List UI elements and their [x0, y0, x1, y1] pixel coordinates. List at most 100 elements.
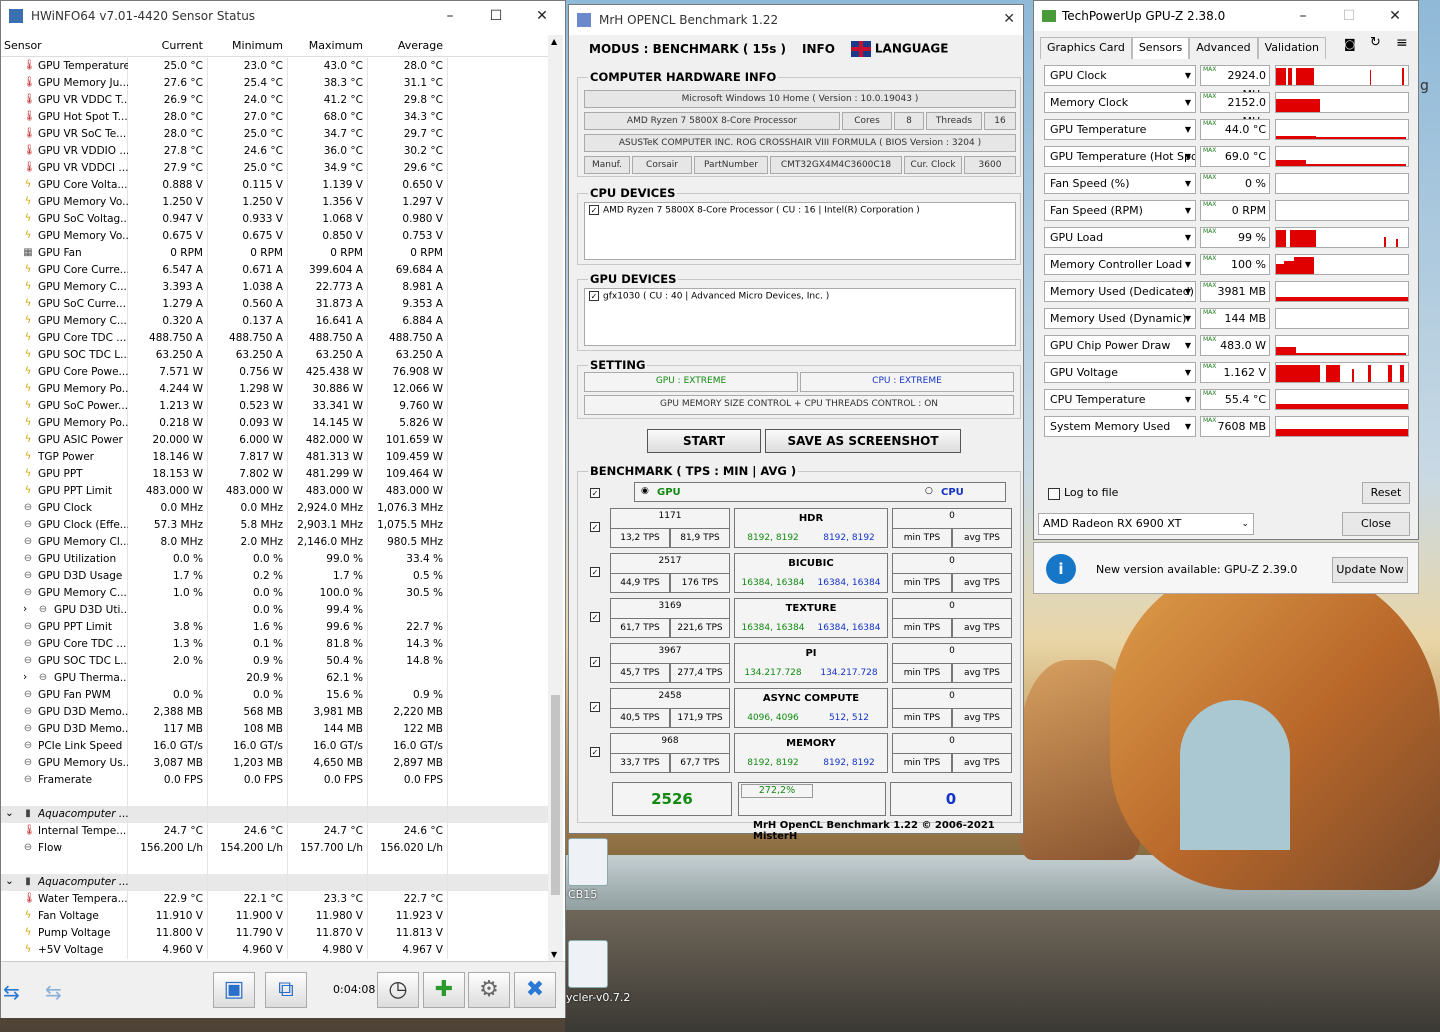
cpu-radio[interactable]: ○ [925, 486, 933, 496]
camera-icon[interactable]: ◙ [1344, 37, 1356, 51]
sensor-row[interactable]: ⊖ GPU D3D Memo... 117 MB 108 MB 144 MB 122 MB [1, 721, 549, 738]
network-button[interactable]: ⧉ [265, 972, 307, 1008]
menu-info[interactable]: INFO [802, 42, 835, 56]
log-to-file-checkbox[interactable] [1048, 487, 1064, 500]
sensor-row[interactable]: ϟ GPU SoC Power... 1.213 W 0.523 W 33.341 W 9… [1, 398, 549, 415]
sensor-row[interactable]: › ⊖ GPU Therma... 20.9 % 62.1 % [1, 670, 549, 687]
sensor-row[interactable]: ⊖ GPU Memory Us... 3,087 MB 1,203 MB 4,650 M… [1, 755, 549, 772]
col-current[interactable]: Current [127, 39, 203, 52]
recycler-desktop-icon[interactable] [568, 940, 608, 988]
gpu-select[interactable]: AMD Radeon RX 6900 XT ⌄ [1038, 513, 1254, 535]
sensor-row[interactable]: ⊖ GPU Fan PWM 0.0 % 0.0 % 15.6 % 0.9 % [1, 687, 549, 704]
sensor-name-dropdown[interactable]: Memory Used (Dynamic) ▼ [1044, 308, 1196, 329]
start-button[interactable]: START [647, 429, 761, 453]
sensor-row[interactable]: ▦ GPU Fan 0 RPM 0 RPM 0 RPM 0 RPM [1, 245, 549, 262]
sensor-row[interactable]: ϟ GPU Memory Po... 4.244 W 1.298 W 30.886 W 1… [1, 381, 549, 398]
sensor-row[interactable]: 🌡 GPU Hot Spot T... 28.0 °C 27.0 °C 68.0 °C 3… [1, 109, 549, 126]
settings-button[interactable]: ⚙ [468, 972, 510, 1008]
minimize-button[interactable]: – [427, 8, 473, 24]
sensor-name-dropdown[interactable]: Memory Clock ▼ [1044, 92, 1196, 113]
gpuz-maximize-button[interactable]: ☐ [1326, 8, 1372, 24]
sensor-row[interactable]: ϟ GPU Core Volta... 0.888 V 0.115 V 1.139 V 0… [1, 177, 549, 194]
memory-control-setting[interactable]: GPU MEMORY SIZE CONTROL + CPU THREADS CO… [584, 395, 1014, 415]
cpu-device-checkbox[interactable]: ✓ [589, 205, 599, 215]
sensor-row[interactable]: ⊖ GPU Memory Cl... 8.0 MHz 2.0 MHz 2,146.0 M… [1, 534, 549, 551]
cb15-desktop-icon[interactable] [568, 838, 608, 886]
sensor-name-dropdown[interactable]: GPU Chip Power Draw ▼ [1044, 335, 1196, 356]
sensor-row[interactable]: 🌡 Internal Tempe... 24.7 °C 24.6 °C 24.7 °C 2… [1, 823, 549, 840]
test-checkbox[interactable]: ✓ [590, 747, 600, 757]
sensor-name-dropdown[interactable]: CPU Temperature ▼ [1044, 389, 1196, 410]
sensor-name-dropdown[interactable]: Memory Used (Dedicated) ▼ [1044, 281, 1196, 302]
sensor-row[interactable]: ϟ GPU Memory Vo... 0.675 V 0.675 V 0.850 V 0.… [1, 228, 549, 245]
hwinfo-exit-button[interactable]: ✖ [514, 972, 556, 1008]
sensor-row[interactable]: ϟ GPU ASIC Power 20.000 W 6.000 W 482.000 W 1… [1, 432, 549, 449]
sensor-group-row[interactable]: ⌄ ▮ Aquacomputer ... [1, 874, 549, 891]
sensor-row[interactable]: ϟ GPU Memory C... 0.320 A 0.137 A 16.641 A 6.… [1, 313, 549, 330]
scroll-down-icon[interactable]: ▼ [551, 950, 557, 959]
maximize-button[interactable]: ☐ [473, 8, 519, 24]
sensor-row[interactable]: › ⊖ GPU D3D Uti... 0.0 % 99.4 % [1, 602, 549, 619]
sensor-row[interactable]: ϟ GPU Memory C... 3.393 A 1.038 A 22.773 A 8.… [1, 279, 549, 296]
sensor-row[interactable]: ϟ GPU Memory Vo... 1.250 V 1.250 V 1.356 V 1.… [1, 194, 549, 211]
sensor-row[interactable]: ϟ Pump Voltage 11.800 V 11.790 V 11.870 V 11.… [1, 925, 549, 942]
sensor-row[interactable]: ⊖ GPU D3D Memo... 2,388 MB 568 MB 3,981 MB 2,… [1, 704, 549, 721]
gpu-extreme-setting[interactable]: GPU : EXTREME [584, 372, 798, 392]
save-screenshot-button[interactable]: SAVE AS SCREENSHOT [765, 429, 961, 453]
logging-button[interactable]: ✚ [423, 972, 465, 1008]
sensor-row[interactable]: 🌡 GPU VR SoC Te... 28.0 °C 25.0 °C 34.7 °C 29… [1, 126, 549, 143]
col-maximum[interactable]: Maximum [287, 39, 363, 52]
sensor-name-dropdown[interactable]: GPU Temperature (Hot Spot) ▼ [1044, 146, 1196, 167]
menu-icon[interactable]: ≡ [1396, 35, 1408, 51]
sensor-name-dropdown[interactable]: Memory Controller Load ▼ [1044, 254, 1196, 275]
sensor-row[interactable]: ϟ GPU Core Powe... 7.571 W 0.756 W 425.438 W… [1, 364, 549, 381]
sensor-row[interactable]: ϟ GPU Core TDC ... 488.750 A 488.750 A 488.7… [1, 330, 549, 347]
sensor-row[interactable]: ⊖ Flow 156.200 L/h 154.200 L/h 157.700 L/h 15… [1, 840, 549, 857]
sensor-row[interactable]: ⊖ GPU SOC TDC L... 2.0 % 0.9 % 50.4 % 14.8 % [1, 653, 549, 670]
gpu-device-checkbox[interactable]: ✓ [589, 291, 599, 301]
sensor-row[interactable]: ⊖ GPU Core TDC ... 1.3 % 0.1 % 81.8 % 14.3 % [1, 636, 549, 653]
sensor-row[interactable]: 🌡 GPU VR VDDC T... 26.9 °C 24.0 °C 41.2 °C 29… [1, 92, 549, 109]
sensor-row[interactable]: 🌡 Water Tempera... 22.9 °C 22.1 °C 23.3 °C 22… [1, 891, 549, 908]
reset-button[interactable]: Reset [1362, 482, 1410, 504]
sensor-row[interactable]: ϟ TGP Power 18.146 W 7.817 W 481.313 W 109.45… [1, 449, 549, 466]
test-checkbox[interactable]: ✓ [590, 522, 600, 532]
test-checkbox[interactable]: ✓ [590, 612, 600, 622]
close-button[interactable]: ✕ [519, 8, 565, 24]
sensor-row[interactable]: 🌡 GPU VR VDDIO ... 27.8 °C 24.6 °C 36.0 °C 30… [1, 143, 549, 160]
sensor-name-dropdown[interactable]: GPU Clock ▼ [1044, 65, 1196, 86]
col-minimum[interactable]: Minimum [207, 39, 283, 52]
collapse-icon[interactable]: ⌄ [5, 875, 14, 887]
test-checkbox[interactable]: ✓ [590, 657, 600, 667]
sensor-row[interactable]: ϟ GPU PPT Limit 483.000 W 483.000 W 483.000 … [1, 483, 549, 500]
tab-sensors[interactable]: Sensors [1131, 37, 1190, 59]
sensor-row[interactable]: ϟ GPU SoC Curre... 1.279 A 0.560 A 31.873 A 9… [1, 296, 549, 313]
sensor-name-dropdown[interactable]: Fan Speed (RPM) ▼ [1044, 200, 1196, 221]
sensor-row[interactable]: ⊖ GPU PPT Limit 3.8 % 1.6 % 99.6 % 22.7 % [1, 619, 549, 636]
reset-timer-button[interactable]: ◷ [377, 972, 419, 1008]
gpuz-close-button[interactable]: ✕ [1372, 8, 1418, 24]
sensor-row[interactable]: ⊖ GPU D3D Usage 1.7 % 0.2 % 1.7 % 0.5 % [1, 568, 549, 585]
sensor-row[interactable]: ϟ +5V Voltage 4.960 V 4.960 V 4.980 V 4.967 V [1, 942, 549, 959]
scrollbar-thumb[interactable] [551, 695, 560, 895]
sensor-row[interactable]: ϟ GPU Memory Po... 0.218 W 0.093 W 14.145 W 5… [1, 415, 549, 432]
cpu-extreme-setting[interactable]: CPU : EXTREME [800, 372, 1014, 392]
nav-arrows-icon[interactable]: ⇆ [3, 980, 20, 1004]
col-sensor[interactable]: Sensor [4, 39, 42, 52]
gpuz-close-dialog-button[interactable]: Close [1342, 512, 1410, 536]
sensor-row[interactable]: ⊖ GPU Utilization 0.0 % 0.0 % 99.0 % 33.4 % [1, 551, 549, 568]
sensor-row[interactable]: 🌡 GPU VR VDDCI ... 27.9 °C 25.0 °C 34.9 °C 29… [1, 160, 549, 177]
sensor-name-dropdown[interactable]: GPU Load ▼ [1044, 227, 1196, 248]
opencl-close-button[interactable]: ✕ [1003, 11, 1015, 27]
sensor-row[interactable]: ⊖ GPU Clock (Effe... 57.3 MHz 5.8 MHz 2,903.… [1, 517, 549, 534]
select-all-checkbox[interactable]: ✓ [590, 488, 600, 498]
sensor-row[interactable]: ⊖ GPU Clock 0.0 MHz 0.0 MHz 2,924.0 MHz 1,076… [1, 500, 549, 517]
tab-validation[interactable]: Validation [1257, 37, 1326, 59]
tab-graphics-card[interactable]: Graphics Card [1040, 37, 1132, 59]
hwinfo-scrollbar[interactable]: ▲ ▼ [548, 35, 563, 961]
col-average[interactable]: Average [367, 39, 443, 52]
sensor-group-row[interactable]: ⌄ ▮ Aquacomputer ... [1, 806, 549, 823]
collapse-icon[interactable]: ⌄ [5, 807, 14, 819]
update-now-button[interactable]: Update Now [1332, 557, 1408, 583]
menu-language[interactable]: LANGUAGE [850, 41, 948, 57]
